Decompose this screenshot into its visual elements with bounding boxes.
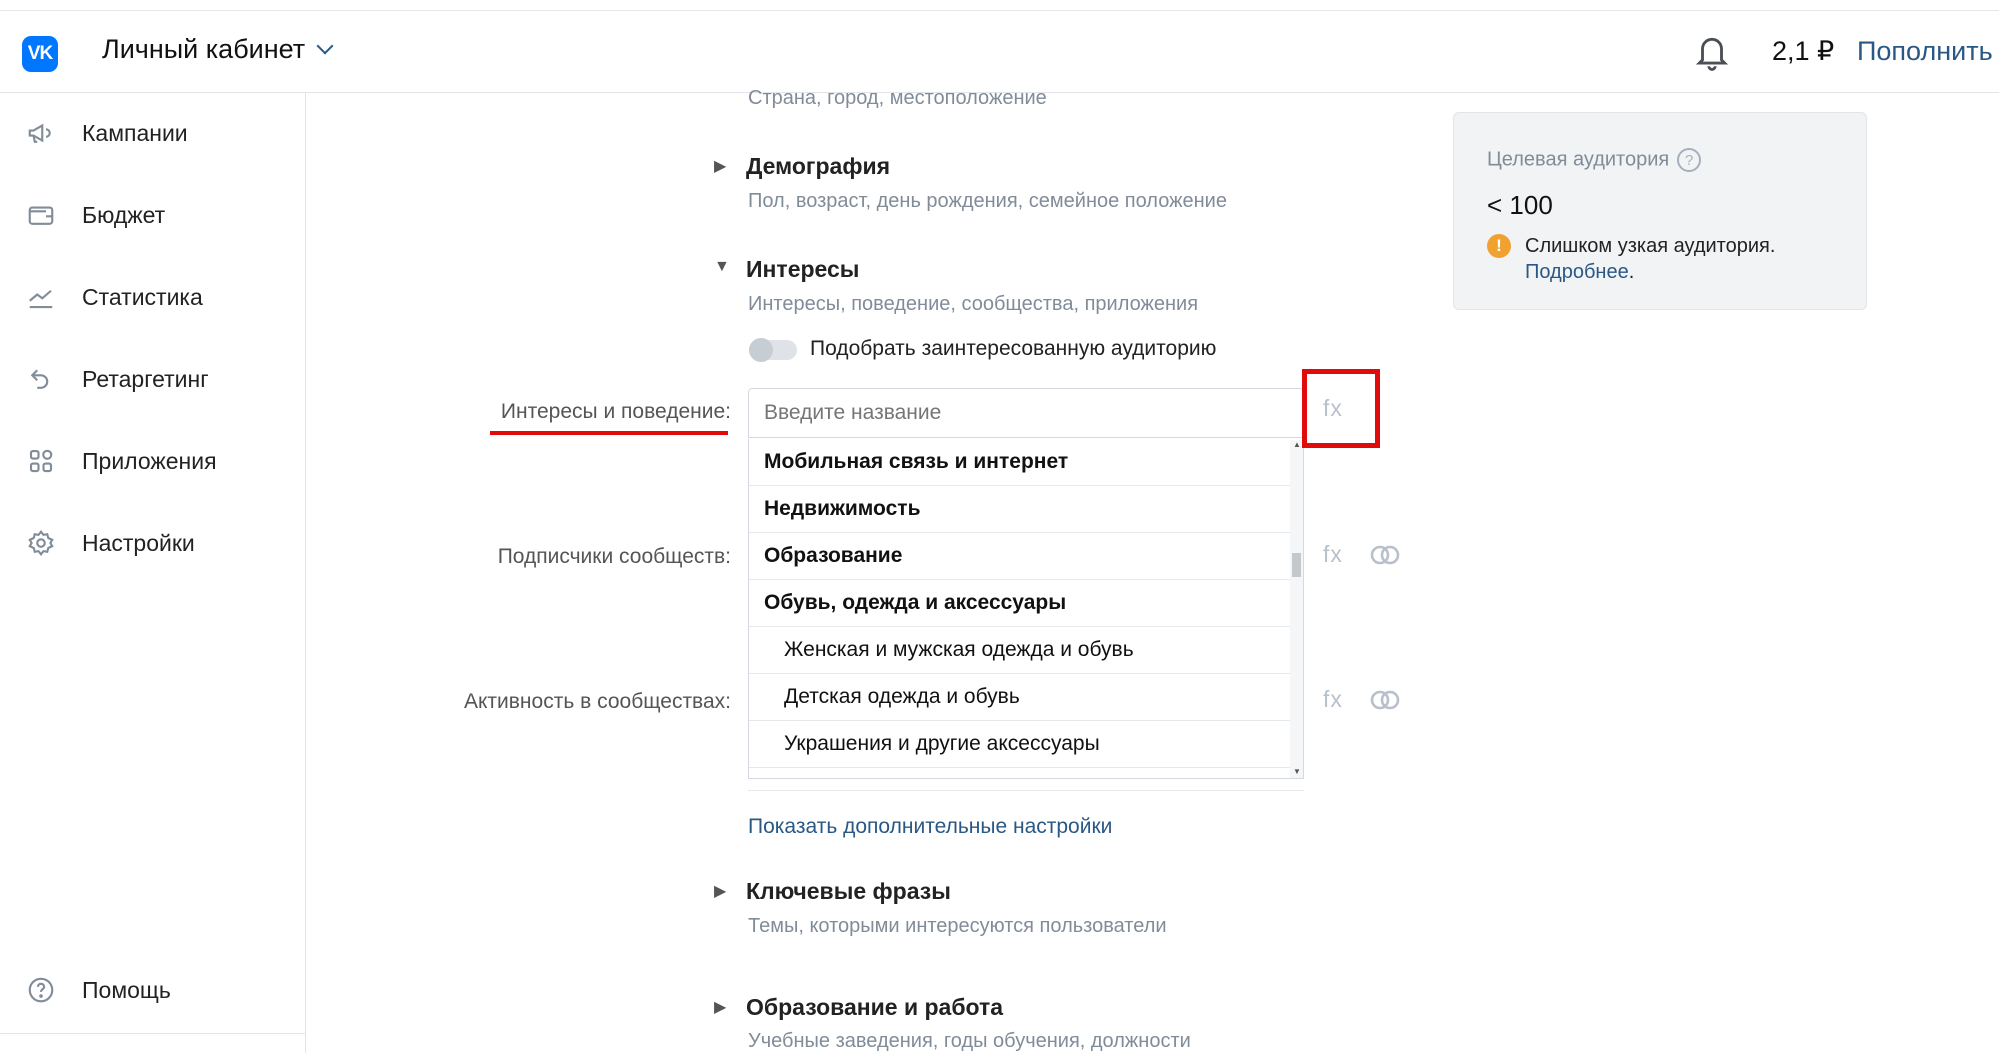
help-icon xyxy=(28,977,54,1003)
section-demography-desc: Пол, возраст, день рождения, семейное по… xyxy=(748,190,1227,212)
gear-icon xyxy=(28,530,54,556)
wallet-icon xyxy=(28,206,54,225)
more-settings-link[interactable]: Показать дополнительные настройки xyxy=(748,815,1112,839)
dropdown-item[interactable]: Женская и мужская одежда и обувь xyxy=(749,627,1291,674)
warning-icon: ! xyxy=(1487,234,1511,258)
sidebar-item-statistics[interactable]: Статистика xyxy=(26,282,203,312)
sidebar-item-label: Статистика xyxy=(82,283,203,310)
audience-more-link[interactable]: Подробнее xyxy=(1525,261,1629,283)
sidebar-item-label: Бюджет xyxy=(82,201,166,228)
section-keywords-title[interactable]: Ключевые фразы xyxy=(746,878,951,905)
section-demography-title[interactable]: Демография xyxy=(746,153,890,180)
scroll-up-arrow-icon[interactable]: ▲ xyxy=(1293,440,1301,449)
sidebar-item-label: Настройки xyxy=(82,529,195,556)
divider xyxy=(748,790,1304,791)
question-icon[interactable]: ? xyxy=(1677,148,1702,172)
cabinet-label: Личный кабинет xyxy=(102,34,306,64)
section-keywords-desc: Темы, которыми интересуются пользователи xyxy=(748,915,1167,937)
dropdown-item[interactable]: Детская одежда и обувь xyxy=(749,674,1291,721)
dropdown-scroll-thumb[interactable] xyxy=(1292,553,1301,577)
bell-icon[interactable] xyxy=(1693,31,1731,73)
sidebar xyxy=(0,93,306,1053)
section-education-desc: Учебные заведения, годы обучения, должно… xyxy=(748,1030,1191,1052)
trend-chart-icon xyxy=(29,289,53,309)
expand-triangle-icon[interactable]: ▶ xyxy=(714,997,726,1017)
sidebar-item-budget[interactable]: Бюджет xyxy=(26,200,165,230)
sidebar-divider xyxy=(0,1033,305,1034)
balance-value: 2,1 ₽ xyxy=(1772,36,1835,66)
geo-desc: Страна, город, местоположение xyxy=(748,87,1047,109)
interests-behavior-label: Интересы и поведение: xyxy=(500,400,731,423)
section-interests-desc: Интересы, поведение, сообщества, приложе… xyxy=(748,293,1199,315)
dropdown-item[interactable]: Обувь, одежда и аксессуары xyxy=(749,580,1291,627)
megaphone-icon xyxy=(28,123,51,143)
browser-top-strip xyxy=(0,0,1999,11)
sidebar-item-retargeting[interactable]: Ретаргетинг xyxy=(26,364,209,394)
cabinet-menu-button[interactable]: Личный кабинет xyxy=(102,34,334,65)
collapse-triangle-icon[interactable]: ▼ xyxy=(714,258,730,276)
audience-value: < 100 xyxy=(1487,190,1553,220)
formula-button-highlight xyxy=(1302,369,1380,448)
scroll-down-arrow-icon[interactable]: ▼ xyxy=(1293,767,1301,776)
sidebar-item-help[interactable]: Помощь xyxy=(26,975,171,1005)
formula-button[interactable]: fx xyxy=(1323,541,1343,568)
community-subscribers-label: Подписчики сообществ: xyxy=(497,545,731,568)
auto-audience-label: Подобрать заинтересованную аудиторию xyxy=(810,337,1217,360)
dropdown-item[interactable]: Украшения и другие аксессуары xyxy=(749,721,1291,768)
expand-triangle-icon[interactable]: ▶ xyxy=(714,881,726,901)
intersection-rings-icon[interactable] xyxy=(1369,543,1401,567)
sidebar-item-settings[interactable]: Настройки xyxy=(26,528,195,558)
dropdown-item[interactable]: Мобильная связь и интернет xyxy=(749,439,1291,486)
chevron-down-icon xyxy=(316,37,334,54)
audience-title-row: Целевая аудитория? xyxy=(1487,148,1702,172)
return-arrow-icon xyxy=(30,369,49,389)
dropdown-scrollbar[interactable] xyxy=(1290,440,1303,778)
sidebar-item-label: Кампании xyxy=(82,119,188,146)
audience-warning-period: . xyxy=(1628,261,1635,283)
section-interests-title[interactable]: Интересы xyxy=(746,256,859,283)
label-underline-highlight xyxy=(490,431,728,435)
sidebar-item-apps[interactable]: Приложения xyxy=(26,446,217,476)
sidebar-item-campaigns[interactable]: Кампании xyxy=(26,118,188,148)
audience-warning-text: Слишком узкая аудитория. xyxy=(1525,235,1776,257)
auto-audience-toggle[interactable] xyxy=(749,338,797,362)
audience-warning: Слишком узкая аудитория. Подробнее. xyxy=(1525,233,1785,285)
formula-button[interactable]: fx xyxy=(1323,686,1343,713)
dropdown-item[interactable]: Образование xyxy=(749,533,1291,580)
dropdown-item[interactable]: Недвижимость xyxy=(749,486,1291,533)
sidebar-item-label: Ретаргетинг xyxy=(82,365,209,392)
help-label: Помощь xyxy=(82,976,171,1003)
sidebar-item-label: Приложения xyxy=(82,447,217,474)
apps-grid-icon xyxy=(29,449,53,473)
vk-logo[interactable]: VK xyxy=(22,36,58,72)
community-activity-label: Активность в сообществах: xyxy=(464,690,731,713)
interests-search-input[interactable] xyxy=(748,388,1304,438)
topup-link[interactable]: Пополнить xyxy=(1857,36,1993,67)
expand-triangle-icon[interactable]: ▶ xyxy=(714,156,726,176)
intersection-rings-icon[interactable] xyxy=(1369,688,1401,712)
audience-title: Целевая аудитория xyxy=(1487,148,1670,171)
interests-dropdown: Мобильная связь и интернет Недвижимость … xyxy=(748,439,1304,779)
section-education-title[interactable]: Образование и работа xyxy=(746,994,1003,1021)
